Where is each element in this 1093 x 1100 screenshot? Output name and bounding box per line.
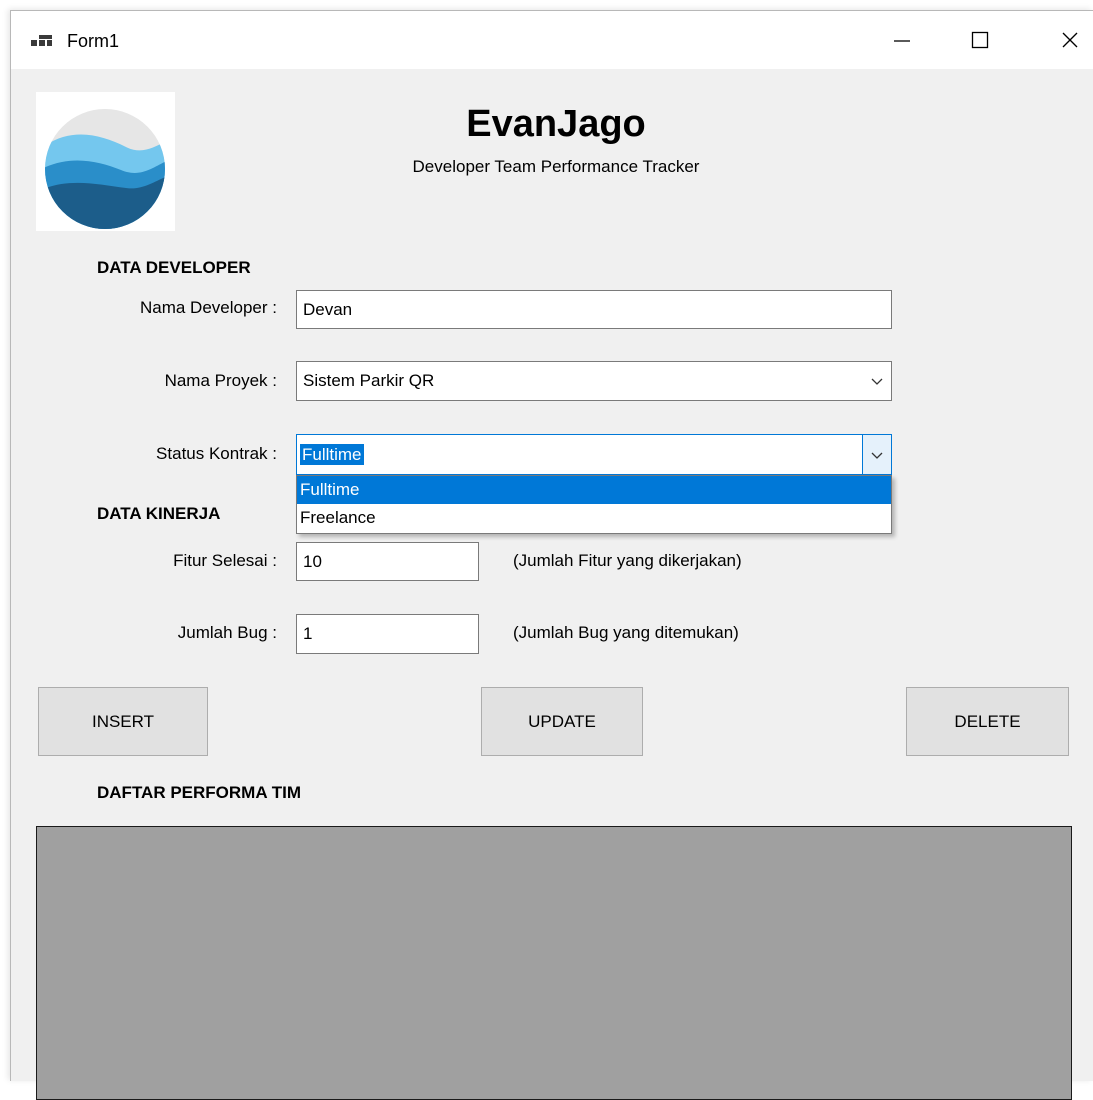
close-button[interactable] [1047,11,1093,69]
form-window: Form1 EvanJago Developer Team Performanc… [10,10,1093,1100]
nama-proyek-combobox[interactable]: Sistem Parkir QR [296,361,892,401]
fitur-selesai-input[interactable]: 10 [296,542,479,581]
nama-developer-label: Nama Developer : [139,298,277,317]
nama-proyek-value: Sistem Parkir QR [303,371,435,390]
app-name-heading: EvanJago [466,103,646,145]
status-kontrak-label: Status Kontrak : [156,444,277,463]
jumlah-bug-input[interactable]: 1 [296,614,479,654]
performa-datagridview[interactable] [36,826,1072,1100]
nama-developer-value: Devan [303,299,353,319]
status-kontrak-dropdown-list[interactable]: Fulltime Freelance [296,475,892,534]
fitur-selesai-label: Fitur Selesai : [173,551,277,570]
fitur-selesai-hint: (Jumlah Fitur yang dikerjakan) [513,551,742,570]
jumlah-bug-label: Jumlah Bug : [177,623,277,642]
waves-logo-icon [45,109,165,229]
logo-picturebox [36,92,175,231]
dropdown-option-freelance[interactable]: Freelance [297,504,891,532]
jumlah-bug-hint: (Jumlah Bug yang ditemukan) [513,623,739,642]
maximize-icon [971,31,989,49]
minimize-button[interactable] [879,11,925,69]
nama-developer-input[interactable]: Devan [296,290,892,329]
maximize-button[interactable] [957,11,1003,69]
delete-button[interactable]: DELETE [906,687,1069,756]
chevron-down-icon[interactable] [862,435,891,474]
section-data-developer: DATA DEVELOPER [97,258,251,277]
form-app-icon [31,35,53,49]
window-title: Form1 [67,31,120,51]
jumlah-bug-value: 1 [303,624,313,643]
minimize-icon [894,40,910,42]
title-bar[interactable]: Form1 [11,11,1093,69]
nama-proyek-label: Nama Proyek : [164,371,277,390]
section-daftar-performa-tim: DAFTAR PERFORMA TIM [97,783,301,802]
status-kontrak-combobox[interactable]: Fulltime [296,434,892,475]
fitur-selesai-value: 10 [303,551,322,571]
insert-button[interactable]: INSERT [38,687,208,756]
status-kontrak-value: Fulltime [300,443,364,465]
update-button[interactable]: UPDATE [481,687,643,756]
app-subtitle: Developer Team Performance Tracker [412,157,700,176]
chevron-down-icon[interactable] [863,362,891,400]
dropdown-option-fulltime[interactable]: Fulltime [297,476,891,504]
close-icon [1062,32,1078,48]
section-data-kinerja: DATA KINERJA [97,504,221,523]
